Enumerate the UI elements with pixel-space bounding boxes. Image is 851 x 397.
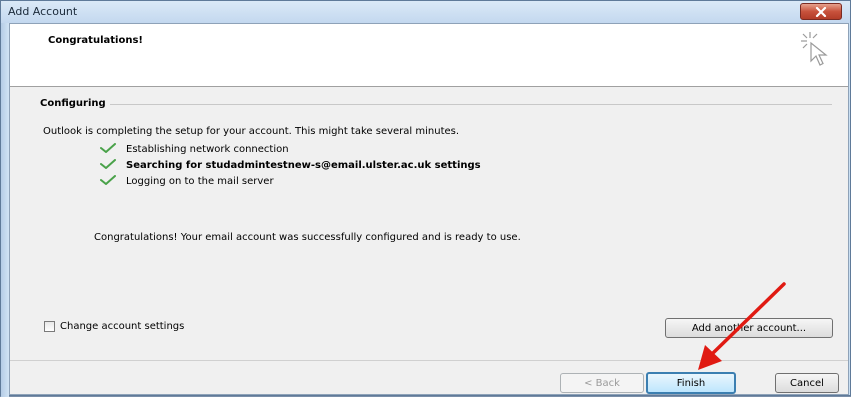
task-label: Searching for studadmintestnew-s@email.u…: [126, 160, 481, 171]
cancel-button[interactable]: Cancel: [775, 373, 839, 393]
change-account-settings-checkbox[interactable]: Change account settings: [44, 321, 184, 332]
checkmark-icon: [100, 175, 116, 188]
close-button[interactable]: [800, 3, 842, 20]
page-title: Congratulations!: [48, 35, 143, 46]
footer-divider: [10, 360, 848, 361]
checkmark-icon: [100, 159, 116, 172]
group-divider: [110, 104, 832, 105]
finish-button[interactable]: Finish: [646, 372, 736, 394]
header-band: Congratulations!: [10, 24, 848, 87]
checkbox-label: Change account settings: [60, 321, 185, 332]
add-account-dialog: Add Account Congratulations! Configuring…: [0, 0, 851, 397]
back-button[interactable]: < Back: [560, 373, 644, 393]
title-bar[interactable]: Add Account: [1, 1, 850, 23]
window-frame: [1, 23, 9, 397]
dialog-body: Congratulations! Configuring Outlook is …: [9, 23, 849, 395]
close-icon: [815, 6, 827, 17]
window-title: Add Account: [8, 5, 78, 18]
task-item: Logging on to the mail server: [100, 175, 274, 188]
add-another-account-button[interactable]: Add another account...: [665, 318, 833, 338]
task-label: Logging on to the mail server: [126, 176, 274, 187]
checkbox[interactable]: [44, 321, 55, 332]
task-item: Searching for studadmintestnew-s@email.u…: [100, 159, 481, 172]
configuring-label: Configuring: [40, 98, 106, 109]
success-message: Congratulations! Your email account was …: [94, 232, 521, 243]
task-label: Establishing network connection: [126, 144, 289, 155]
checkmark-icon: [100, 143, 116, 156]
wizard-cursor-icon: [801, 32, 828, 66]
setup-description: Outlook is completing the setup for your…: [43, 126, 460, 137]
task-item: Establishing network connection: [100, 143, 289, 156]
